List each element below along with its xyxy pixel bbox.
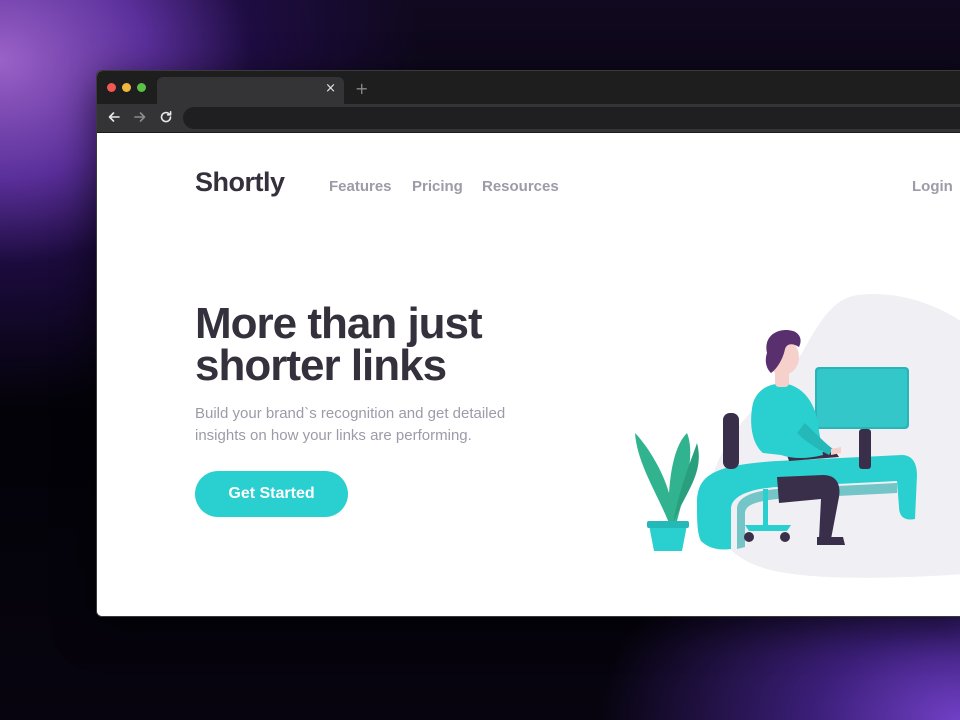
new-tab-button[interactable]: +: [355, 79, 368, 98]
hero-title-line2: shorter links: [195, 341, 447, 390]
browser-toolbar: [97, 104, 960, 133]
maximize-window-button[interactable]: [137, 83, 146, 92]
close-window-button[interactable]: [107, 83, 116, 92]
back-arrow-icon[interactable]: [107, 110, 121, 124]
nav-link-resources[interactable]: Resources: [482, 178, 559, 195]
get-started-button[interactable]: Get Started: [195, 471, 348, 517]
reload-icon[interactable]: [159, 110, 173, 124]
tab-close-icon[interactable]: ×: [325, 81, 336, 96]
browser-window: × + Shortly Features Pricing Resources L…: [96, 70, 960, 617]
login-link[interactable]: Login: [912, 178, 953, 195]
webpage: Shortly Features Pricing Resources Login…: [97, 133, 960, 616]
browser-tab[interactable]: ×: [157, 77, 344, 104]
nav-link-features[interactable]: Features: [329, 178, 392, 195]
chair-back: [723, 413, 739, 469]
hero-subtitle: Build your brand`s recognition and get d…: [195, 405, 506, 444]
tab-bar: × +: [97, 71, 960, 104]
nav-link-pricing[interactable]: Pricing: [412, 178, 463, 195]
plant-leaves: [635, 433, 691, 523]
hero-title: More than just shorter links: [195, 302, 575, 390]
address-bar[interactable]: [183, 107, 960, 129]
forward-arrow-icon[interactable]: [133, 110, 147, 124]
plant-pot: [649, 525, 687, 551]
site-logo[interactable]: Shortly: [195, 167, 285, 198]
minimize-window-button[interactable]: [122, 83, 131, 92]
working-person-illustration: [635, 294, 960, 578]
